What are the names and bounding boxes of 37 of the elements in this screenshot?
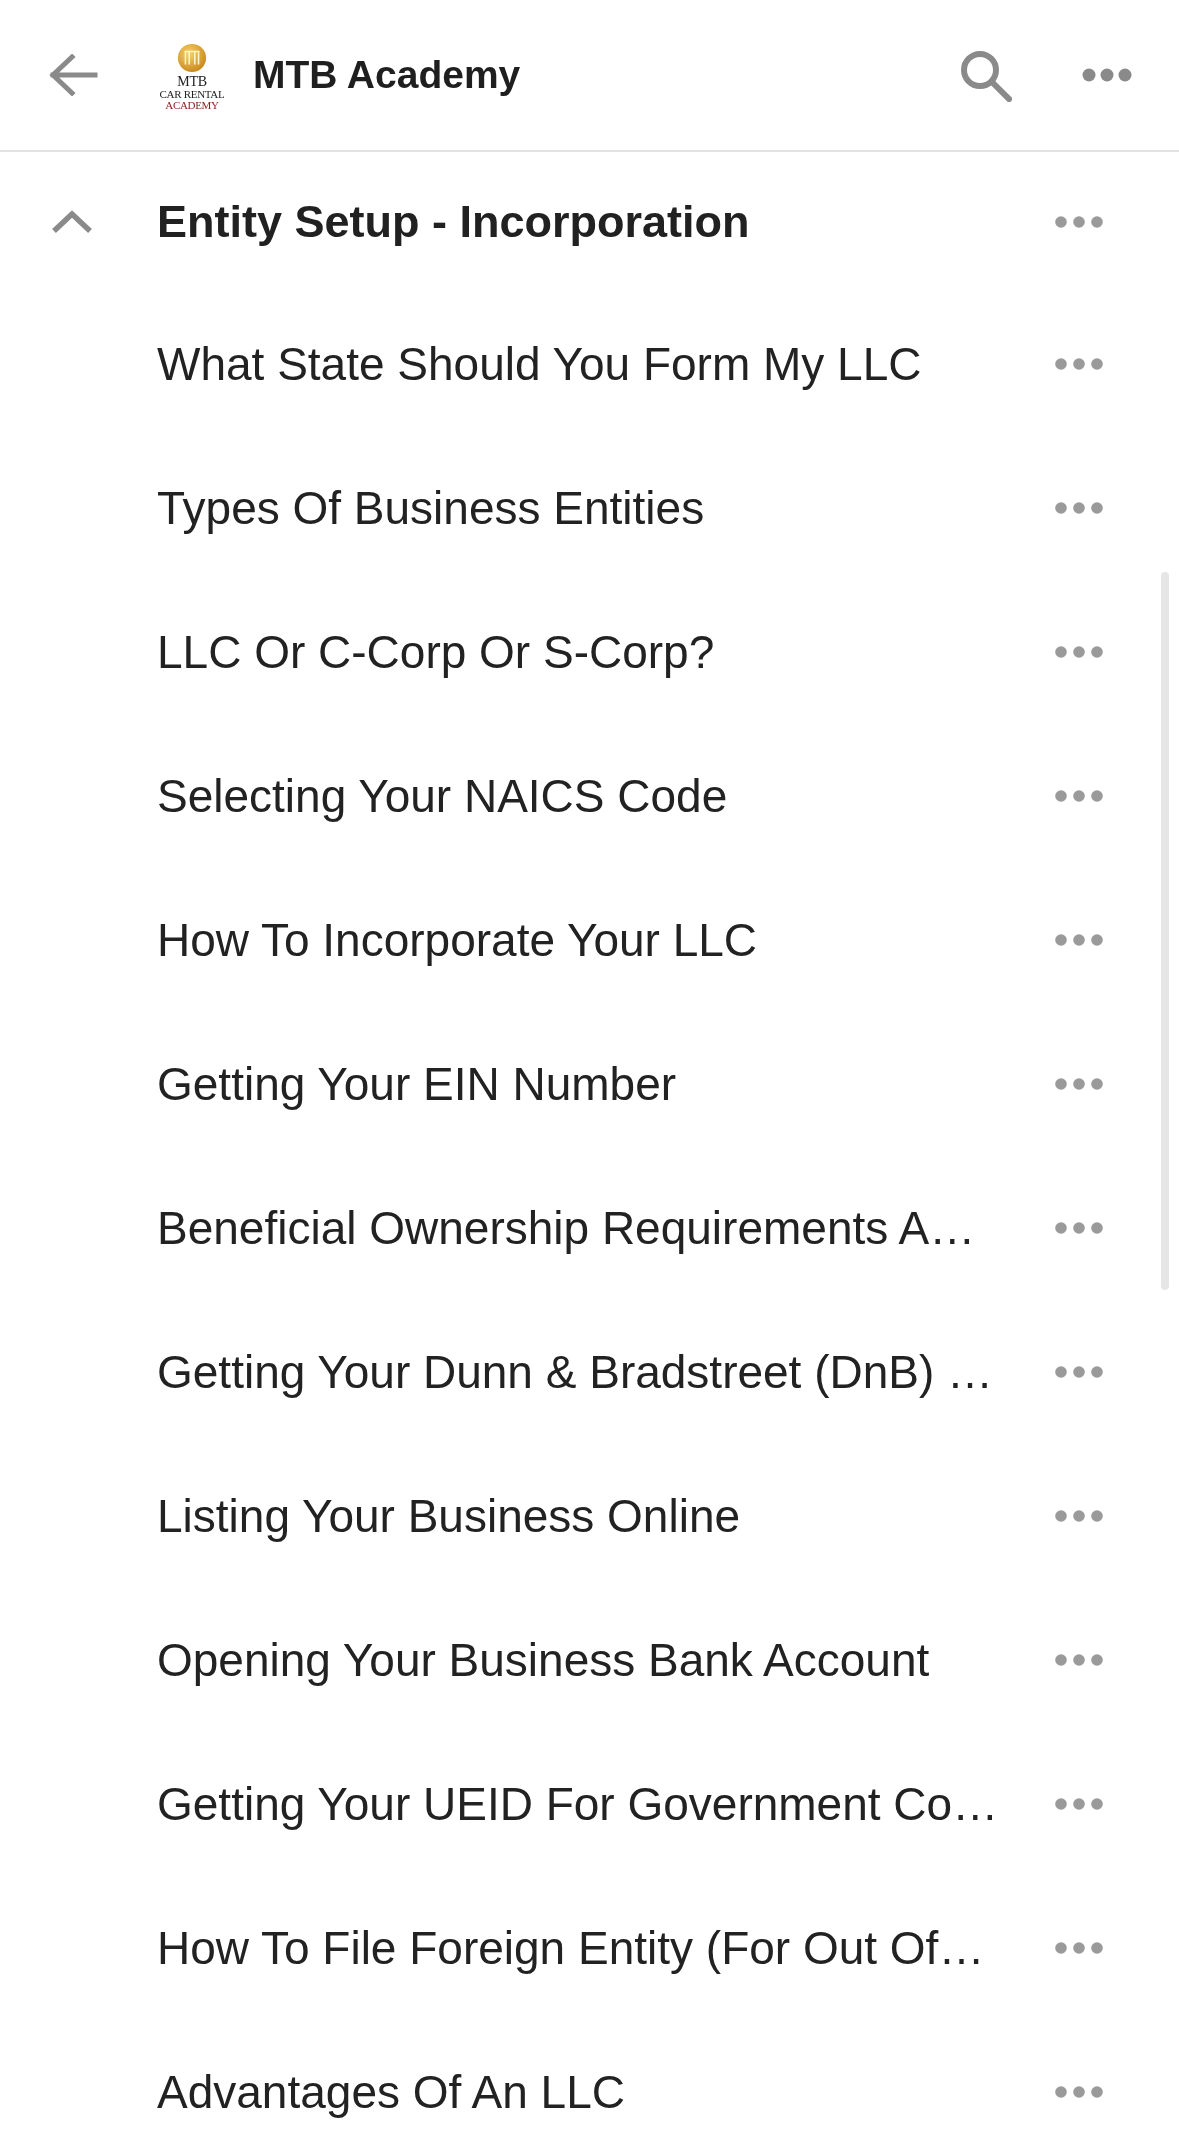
more-options-icon[interactable]	[1055, 216, 1103, 228]
more-options-icon[interactable]	[1055, 1798, 1103, 1810]
more-options-icon[interactable]	[1055, 1222, 1103, 1234]
lesson-link[interactable]: Opening Your Business Bank Account	[157, 1633, 1039, 1687]
lesson-link[interactable]: How To File Foreign Entity (For Out Of…	[157, 1921, 1039, 1975]
lesson-link[interactable]: How To Incorporate Your LLC	[157, 913, 1039, 967]
lesson-link[interactable]: What State Should You Form My LLC	[157, 337, 1039, 391]
search-icon[interactable]	[958, 48, 1012, 102]
lesson-link[interactable]: Getting Your UEID For Government Co…	[157, 1777, 1039, 1831]
more-options-icon[interactable]	[1055, 1078, 1103, 1090]
logo-text: CAR RENTAL	[159, 89, 225, 100]
more-options-icon[interactable]	[1055, 1510, 1103, 1522]
more-options-icon[interactable]	[1055, 502, 1103, 514]
more-options-icon[interactable]	[1055, 358, 1103, 370]
more-options-icon[interactable]	[1055, 646, 1103, 658]
lesson-link[interactable]: Beneficial Ownership Requirements A…	[157, 1201, 1039, 1255]
more-options-icon[interactable]	[1055, 934, 1103, 946]
medallion-icon	[177, 43, 207, 73]
chevron-up-icon[interactable]	[50, 209, 94, 235]
lesson-link[interactable]: Getting Your Dunn & Bradstreet (DnB) …	[157, 1345, 1039, 1399]
more-options-icon[interactable]	[1055, 1366, 1103, 1378]
more-options-icon[interactable]	[1055, 1942, 1103, 1954]
lesson-link[interactable]: LLC Or C-Corp Or S-Corp?	[157, 625, 1039, 679]
section-title[interactable]: Entity Setup - Incorporation	[157, 196, 1039, 248]
lesson-link[interactable]: Types Of Business Entities	[157, 481, 1039, 535]
lesson-link[interactable]: Selecting Your NAICS Code	[157, 769, 1039, 823]
logo-text: MTB	[177, 75, 207, 89]
more-options-icon[interactable]	[1055, 790, 1103, 802]
lesson-link[interactable]: Advantages Of An LLC	[157, 2065, 1039, 2119]
logo-text: ACADEMY	[165, 100, 219, 111]
more-options-icon[interactable]	[1055, 2086, 1103, 2098]
lesson-link[interactable]: Listing Your Business Online	[157, 1489, 1039, 1543]
more-options-icon[interactable]	[1055, 1654, 1103, 1666]
more-icon[interactable]	[1082, 68, 1132, 82]
app-title: MTB Academy	[253, 53, 521, 97]
back-arrow-icon[interactable]	[48, 54, 98, 96]
lesson-link[interactable]: Getting Your EIN Number	[157, 1057, 1039, 1111]
